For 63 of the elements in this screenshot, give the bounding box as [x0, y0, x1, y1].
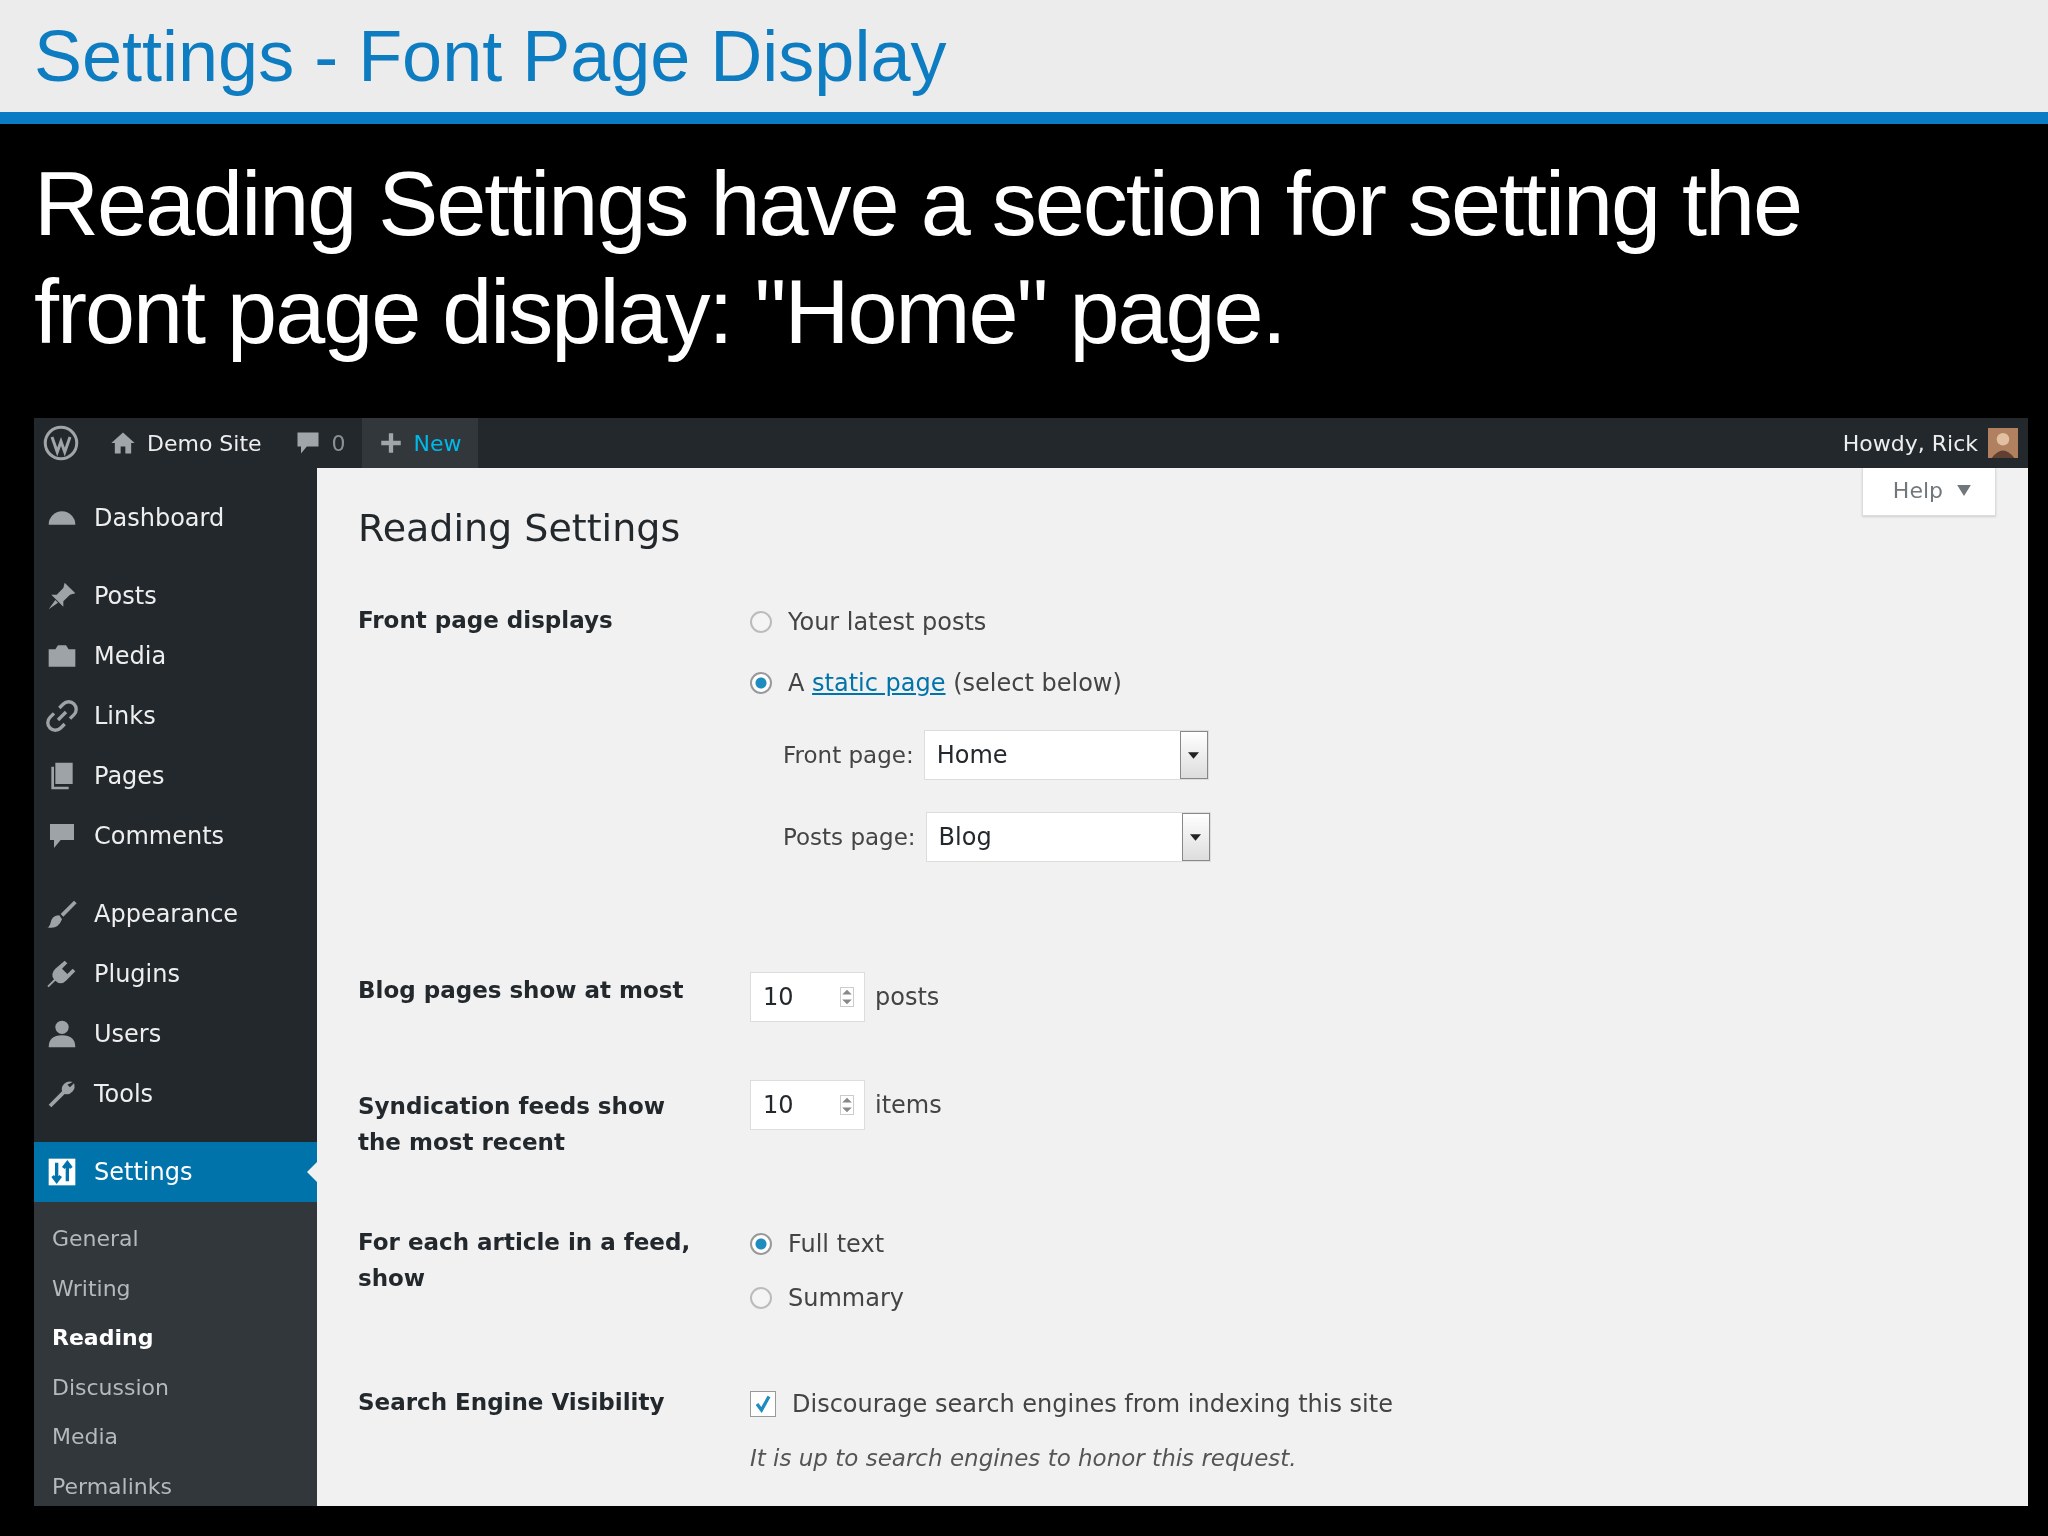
submenu-item[interactable]: Permalinks [34, 1461, 317, 1506]
unit-label: posts [875, 983, 940, 1011]
unit-label: items [875, 1091, 942, 1119]
plug-icon [46, 958, 78, 990]
link-icon [46, 700, 78, 732]
menu-item[interactable]: Plugins [34, 944, 317, 1004]
site-link[interactable]: Demo Site [93, 418, 278, 468]
submenu-item[interactable]: Writing [34, 1263, 317, 1313]
spinner-icon [840, 987, 854, 1007]
field-label: Posts page: [783, 824, 916, 850]
slide-heading: Reading Settings have a section for setting the front page display: "Home" page. [34, 153, 1803, 364]
wordpress-logo-icon[interactable] [43, 425, 79, 461]
field-label: Front page: [783, 742, 914, 768]
new-link[interactable]: New [361, 418, 478, 468]
radio-button[interactable] [750, 611, 772, 633]
option-hint: (select below) [953, 669, 1122, 697]
radio-button[interactable] [750, 1287, 772, 1309]
option-label: A [788, 669, 805, 697]
number-field[interactable]: 10 [750, 1080, 865, 1130]
radio-button[interactable] [750, 1233, 772, 1255]
menu-item[interactable]: Media [34, 626, 317, 686]
menu-item[interactable]: Comments [34, 806, 317, 866]
avatar-icon [1988, 428, 2018, 458]
account-menu[interactable]: Howdy, Rick [1826, 418, 2028, 468]
setting-label: Search Engine Visibility [358, 1388, 666, 1417]
checkbox-label: Discourage search engines from indexing this site [792, 1390, 1393, 1418]
page-title: Reading Settings [358, 506, 682, 550]
setting-label: Blog pages show at most [358, 976, 685, 1005]
menu-item[interactable]: Pages [34, 746, 317, 806]
submenu-item[interactable]: Discussion [34, 1362, 317, 1412]
menu-item[interactable]: Users [34, 1004, 317, 1064]
submenu-item[interactable]: Reading [34, 1313, 317, 1363]
page-dropdown[interactable]: Home [923, 730, 1209, 780]
menu-item[interactable]: Settings [34, 1142, 317, 1202]
menu-item[interactable]: Links [34, 686, 317, 746]
setting-label: Syndication feeds show the most recent [358, 1092, 666, 1157]
number-field[interactable]: 10 [750, 972, 865, 1022]
menu-item[interactable]: Posts [34, 566, 317, 626]
checkbox[interactable] [750, 1391, 776, 1417]
option-label: Full text [788, 1230, 885, 1258]
pin-icon [46, 580, 78, 612]
caret-icon [1957, 485, 1971, 496]
menu-item[interactable]: Tools [34, 1064, 317, 1124]
setting-label: For each article in a feed, show [358, 1228, 692, 1293]
wrench-icon [46, 1078, 78, 1110]
slide-title: Settings - Font Page Display [34, 15, 947, 97]
page-dropdown[interactable]: Blog [925, 812, 1211, 862]
submenu-item[interactable]: General [34, 1214, 317, 1264]
brush-icon [46, 898, 78, 930]
menu-item[interactable]: Dashboard [34, 488, 317, 548]
option-label: Summary [788, 1284, 904, 1312]
radio-button[interactable] [750, 672, 772, 694]
setting-label: Front page displays [358, 606, 614, 635]
static-page-link[interactable]: static page [812, 669, 946, 697]
menu-item[interactable]: Appearance [34, 884, 317, 944]
help-text: It is up to search engines to honor this request. [750, 1445, 1298, 1471]
option-label: Your latest posts [788, 608, 987, 636]
comments-link[interactable]: 0 [277, 418, 362, 468]
spinner-icon [840, 1095, 854, 1115]
help-button[interactable]: Help [1861, 468, 1996, 516]
settings-icon [46, 1156, 78, 1188]
submenu-item[interactable]: Media [34, 1412, 317, 1462]
person-icon [46, 1018, 78, 1050]
